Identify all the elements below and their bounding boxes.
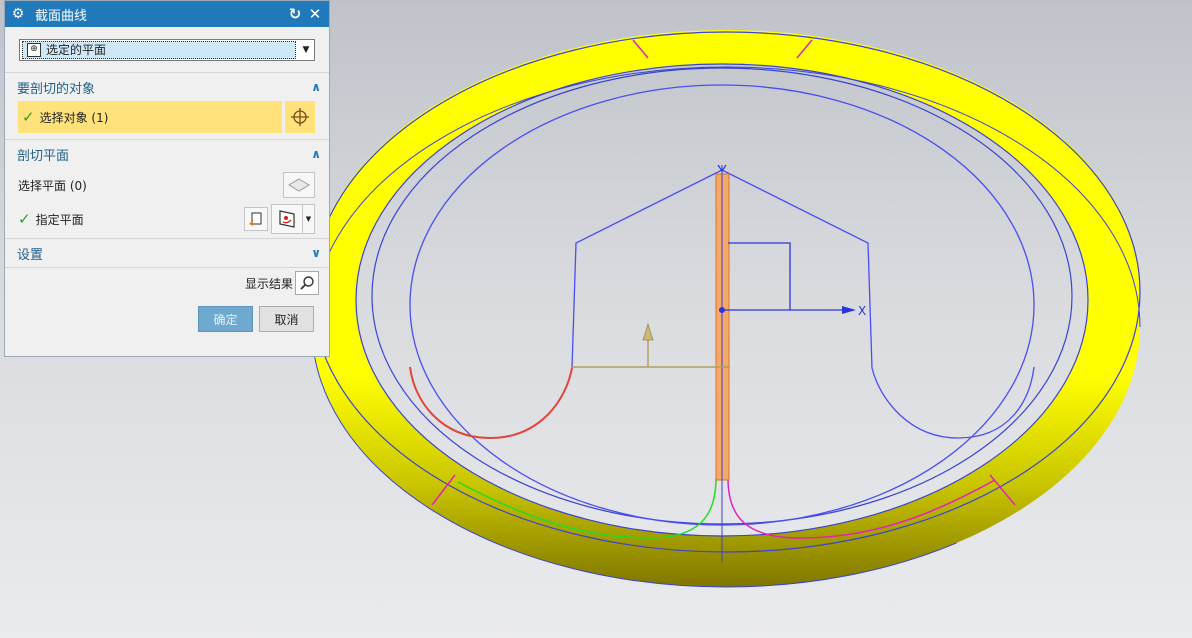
section-plane-title: 剖切平面 — [17, 148, 70, 164]
x-axis-arrow[interactable] — [842, 306, 856, 314]
chevron-up-icon[interactable]: ∧ — [311, 147, 321, 161]
section-objects-title: 要剖切的对象 — [17, 81, 96, 97]
type-dropdown[interactable]: ⊕ 选定的平面 ▼ — [19, 38, 315, 61]
action-buttons: 确定 取消 — [5, 298, 329, 340]
select-plane-label: 选择平面 (0) — [18, 178, 87, 193]
show-result-label: 显示结果 — [244, 276, 293, 291]
crosshair-icon — [291, 108, 309, 126]
type-row: ⊕ 选定的平面 ▼ — [5, 27, 329, 73]
plane-diamond-icon — [288, 178, 310, 192]
show-result-button[interactable] — [295, 271, 319, 295]
dialog-title: 截面曲线 — [35, 8, 88, 24]
close-icon[interactable]: ✕ — [307, 5, 323, 23]
origin-point — [719, 307, 725, 313]
select-plane-button[interactable] — [283, 172, 315, 198]
type-selected[interactable]: ⊕ 选定的平面 — [22, 40, 296, 59]
section-objects-header[interactable]: 要剖切的对象 ∧ — [5, 73, 329, 101]
normal-vector-arrow[interactable] — [642, 322, 654, 341]
checkmark-icon: ✓ — [18, 210, 31, 228]
plane-type-icon: ⊕ — [27, 42, 41, 57]
plane-dialog-icon — [249, 212, 262, 226]
chevron-up-icon[interactable]: ∧ — [311, 80, 321, 94]
chevron-down-icon[interactable]: ▼ — [298, 45, 314, 55]
specify-plane-label: 指定平面 — [35, 212, 84, 227]
plane-inferred-button[interactable] — [271, 204, 303, 234]
reset-icon[interactable]: ↻ — [287, 5, 303, 23]
gear-icon[interactable]: ⚙ — [11, 6, 25, 22]
section-settings-header[interactable]: 设置 ∨ — [5, 239, 329, 267]
profile-curve-red — [409, 366, 573, 440]
chevron-down-icon[interactable]: ∨ — [311, 246, 321, 260]
section-settings-title: 设置 — [17, 247, 44, 263]
magnifier-icon — [300, 276, 314, 290]
select-object-label: 选择对象 (1) — [39, 110, 109, 125]
specify-plane-row[interactable]: ✓ 指定平面 ▼ — [5, 202, 329, 236]
checkmark-icon: ✓ — [22, 108, 35, 126]
plane-inferred-icon — [279, 210, 295, 228]
show-result-row: 显示结果 — [5, 268, 329, 298]
dialog-title-bar[interactable]: ⚙ 截面曲线 ↻ ✕ — [5, 1, 329, 27]
select-plane-row[interactable]: 选择平面 (0) — [5, 168, 329, 202]
cancel-button[interactable]: 取消 — [259, 306, 314, 332]
plane-handle[interactable] — [728, 242, 791, 310]
x-axis-label: X — [858, 304, 866, 318]
plane-dialog-button[interactable] — [244, 207, 268, 231]
ok-button[interactable]: 确定 — [198, 306, 253, 332]
section-plane-header[interactable]: 剖切平面 ∧ — [5, 140, 329, 168]
select-object-field[interactable]: ✓ 选择对象 (1) — [18, 101, 282, 133]
type-value: 选定的平面 — [46, 43, 107, 57]
profile-curve — [571, 169, 1035, 439]
section-curve-dialog: ⚙ 截面曲线 ↻ ✕ ⊕ 选定的平面 ▼ 要剖切的对象 ∧ ✓ 选择对象 (1) — [4, 0, 330, 357]
specify-plane-text: ✓ 指定平面 — [18, 210, 244, 228]
plane-method-dropdown[interactable]: ▼ — [303, 204, 315, 234]
crosshair-button[interactable] — [285, 101, 315, 133]
select-object-row[interactable]: ✓ 选择对象 (1) — [18, 101, 315, 133]
